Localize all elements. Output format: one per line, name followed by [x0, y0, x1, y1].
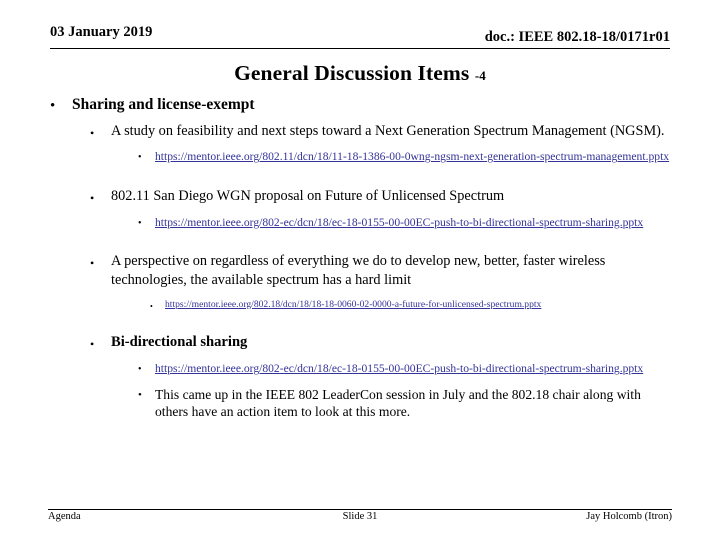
bullet-glyph: •	[150, 301, 153, 311]
slide-header: 03 January 2019 doc.: IEEE 802.18-18/017…	[50, 24, 670, 50]
list-item-3-text: A perspective on regardless of everythin…	[111, 252, 606, 288]
hyperlink-ngsm[interactable]: https://mentor.ieee.org/802.11/dcn/18/11…	[155, 150, 669, 163]
footer-divider	[48, 509, 672, 510]
list-item-1: • A study on feasibility and next steps …	[50, 122, 674, 141]
list-item-3-link-row: • https://mentor.ieee.org/802.18/dcn/18/…	[50, 299, 674, 311]
list-item-3: • A perspective on regardless of everyth…	[50, 252, 674, 290]
slide: 03 January 2019 doc.: IEEE 802.18-18/017…	[0, 0, 720, 540]
slide-footer: Agenda Slide 31 Jay Holcomb (Itron)	[48, 511, 672, 529]
list-item-1-link-wrap: https://mentor.ieee.org/802.11/dcn/18/11…	[155, 149, 674, 164]
list-item-2-link-wrap: https://mentor.ieee.org/802-ec/dcn/18/ec…	[155, 215, 674, 230]
header-divider	[50, 48, 670, 49]
list-item-4-link-wrap: https://mentor.ieee.org/802-ec/dcn/18/ec…	[155, 361, 674, 376]
hyperlink-future-for-unlicensed[interactable]: https://mentor.ieee.org/802.18/dcn/18/18…	[165, 299, 541, 310]
bullet-glyph: •	[138, 388, 142, 401]
list-item-topic: • Sharing and license-exempt	[50, 96, 674, 115]
footer-author: Jay Holcomb (Itron)	[586, 511, 672, 522]
bullet-glyph: •	[138, 364, 142, 376]
page-title-main: General Discussion Items	[234, 61, 475, 85]
bullet-glyph: •	[138, 152, 142, 164]
list-item-2: • 802.11 San Diego WGN proposal on Futur…	[50, 187, 674, 206]
page-title-suffix: -4	[474, 68, 486, 83]
bullet-glyph: •	[50, 98, 56, 114]
bullet-glyph: •	[138, 217, 142, 229]
list-item-4-note-row: • This came up in the IEEE 802 LeaderCon…	[50, 386, 674, 421]
bullet-glyph: •	[90, 125, 95, 140]
list-item-2-text: 802.11 San Diego WGN proposal on Future …	[111, 187, 505, 204]
list-item-4: • Bi-directional sharing	[50, 333, 674, 352]
topic-label: Sharing and license-exempt	[72, 96, 255, 113]
bullet-glyph: •	[90, 255, 95, 270]
slide-body: • Sharing and license-exempt • A study o…	[50, 96, 674, 421]
list-item-4-text: Bi-directional sharing	[111, 334, 248, 351]
bullet-glyph: •	[90, 337, 95, 352]
header-document-number: doc.: IEEE 802.18-18/0171r01	[484, 29, 670, 45]
list-item-4-note: This came up in the IEEE 802 LeaderCon s…	[155, 386, 641, 420]
list-item-2-link-row: • https://mentor.ieee.org/802-ec/dcn/18/…	[50, 215, 674, 230]
hyperlink-push-to-bidirectional[interactable]: https://mentor.ieee.org/802-ec/dcn/18/ec…	[155, 216, 643, 229]
hyperlink-push-to-bidirectional-2[interactable]: https://mentor.ieee.org/802-ec/dcn/18/ec…	[155, 362, 643, 375]
list-item-3-link-wrap: https://mentor.ieee.org/802.18/dcn/18/18…	[165, 299, 674, 311]
bullet-glyph: •	[90, 190, 95, 205]
footer-slide-number: Slide 31	[342, 511, 378, 522]
list-item-4-link-row: • https://mentor.ieee.org/802-ec/dcn/18/…	[50, 361, 674, 376]
list-item-1-link-row: • https://mentor.ieee.org/802.11/dcn/18/…	[50, 149, 674, 164]
list-item-1-text: A study on feasibility and next steps to…	[111, 122, 665, 139]
page-title: General Discussion Items -4	[50, 61, 670, 86]
header-date: 03 January 2019	[50, 24, 153, 40]
